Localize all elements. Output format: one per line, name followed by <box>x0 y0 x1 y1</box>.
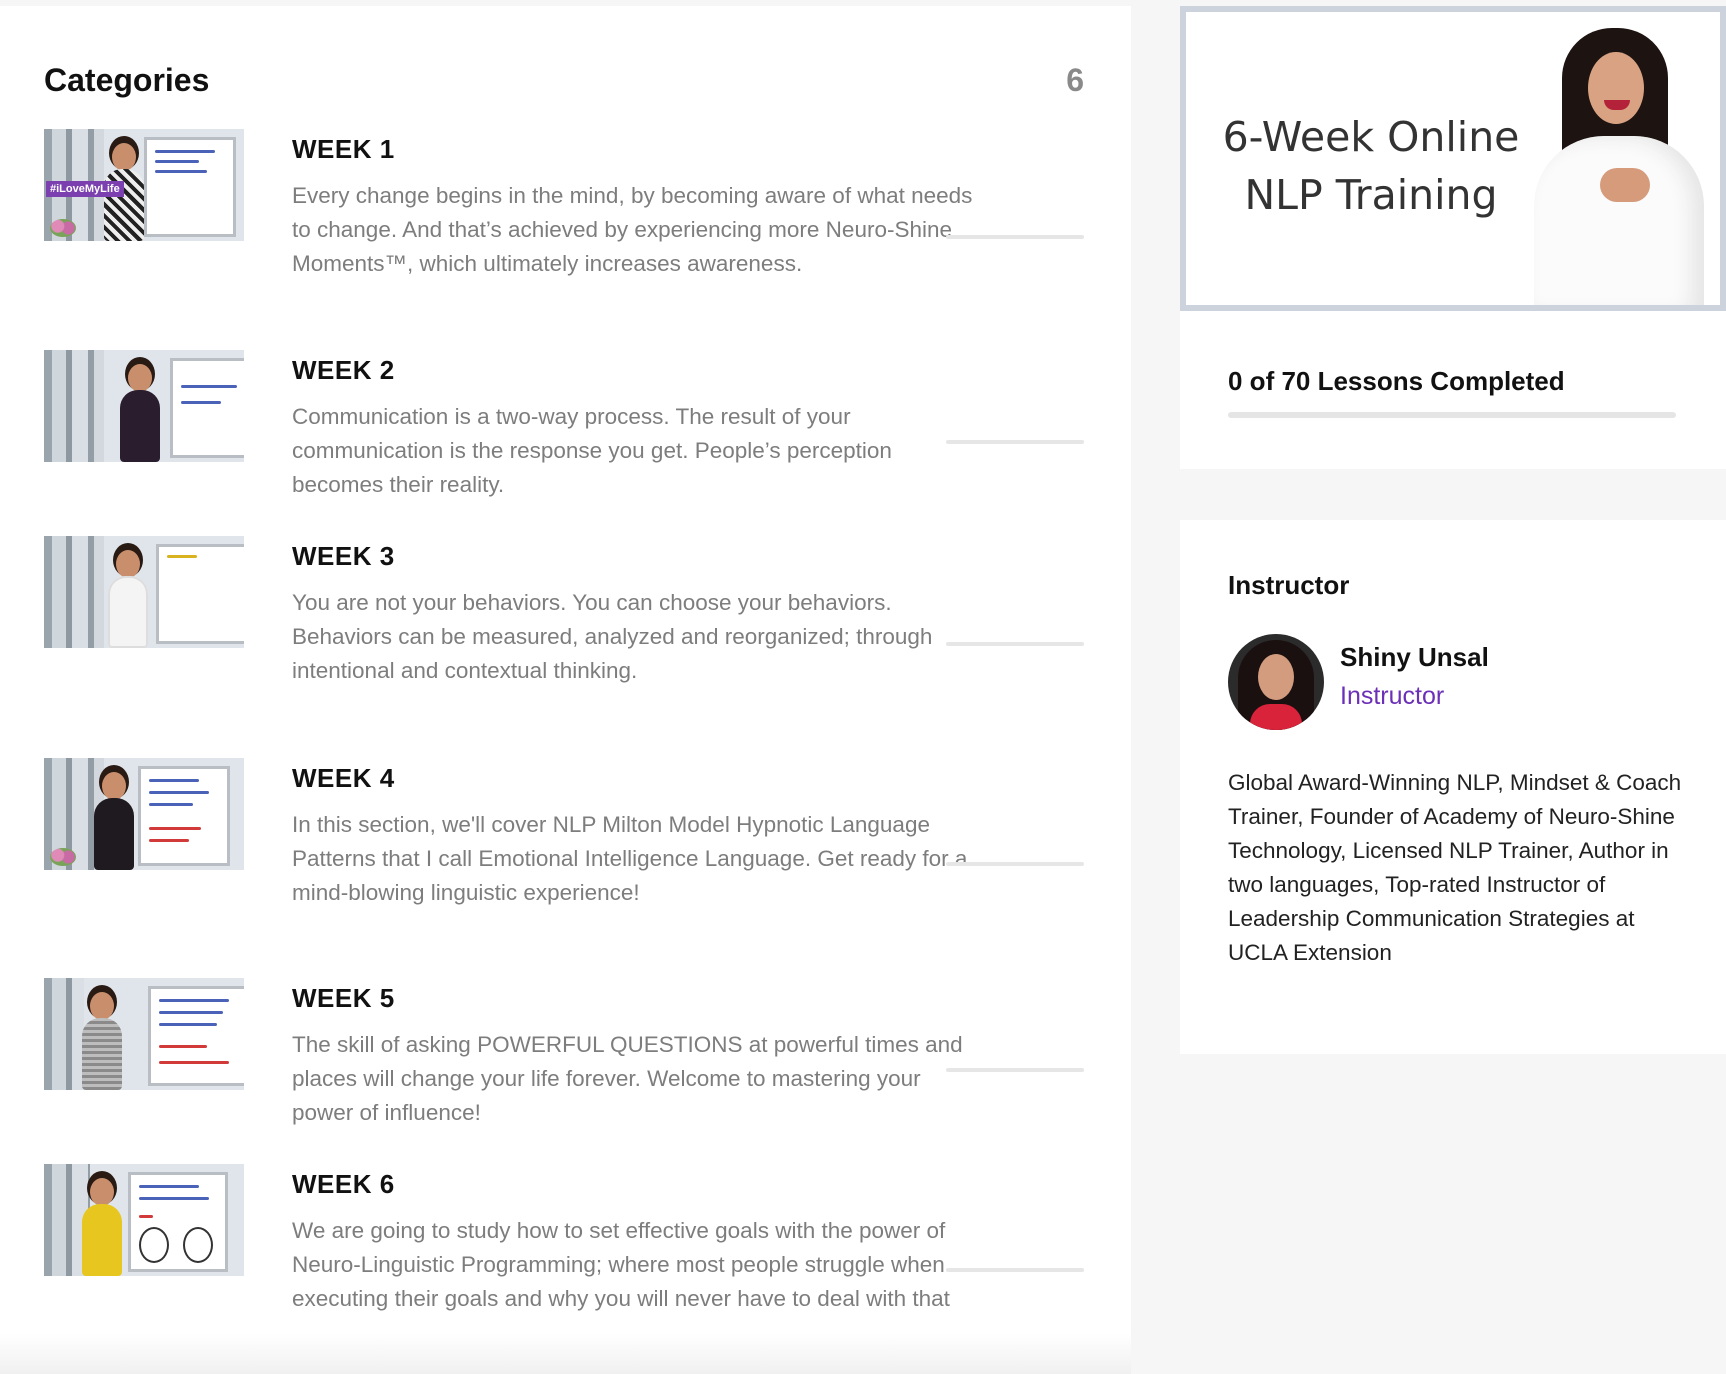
week-5-description: The skill of asking POWERFUL QUESTIONS a… <box>292 1032 963 1125</box>
banner-title-line-2: NLP Training <box>1244 171 1498 219</box>
banner-title-line-1: 6-Week Online <box>1222 113 1520 161</box>
instructor-role: Instructor <box>1340 682 1445 710</box>
instructor-avatar[interactable] <box>1228 634 1324 730</box>
week-3-description: You are not your behaviors. You can choo… <box>292 590 933 683</box>
week-2-title[interactable]: WEEK 2 <box>292 350 982 390</box>
instructor-bio: Global Award-Winning NLP, Mindset & Coac… <box>1228 770 1682 965</box>
bottom-fade <box>0 1334 1131 1374</box>
week-1-title[interactable]: WEEK 1 <box>292 129 982 169</box>
week-row-2[interactable]: WEEK 2 Communication is a two-way proces… <box>44 350 1084 550</box>
week-6-description: We are going to study how to set effecti… <box>292 1218 950 1311</box>
week-4-progress-bar <box>946 862 1084 866</box>
categories-count: 6 <box>1066 62 1084 98</box>
instructor-heading: Instructor <box>1228 570 1350 600</box>
week-6-progress-bar <box>946 1268 1084 1272</box>
week-3-thumbnail[interactable] <box>44 536 244 648</box>
week-5-progress-bar <box>946 1068 1084 1072</box>
week-6-thumbnail[interactable] <box>44 1164 244 1276</box>
week-5-thumbnail[interactable] <box>44 978 244 1090</box>
week-5-title[interactable]: WEEK 5 <box>292 978 982 1018</box>
week-4-description: In this section, we'll cover NLP Milton … <box>292 812 968 905</box>
week-1-progress-bar <box>946 235 1084 239</box>
lessons-progress-bar <box>1228 412 1676 418</box>
week-1-thumbnail-sign: #iLoveMyLife <box>46 181 124 197</box>
week-3-title[interactable]: WEEK 3 <box>292 536 982 576</box>
week-row-3[interactable]: WEEK 3 You are not your behaviors. You c… <box>44 536 1084 736</box>
categories-panel: Categories 6 #iLoveMyLife WEEK 1 Every c… <box>0 6 1131 1374</box>
week-3-progress-bar <box>946 642 1084 646</box>
week-2-progress-bar <box>946 440 1084 444</box>
week-2-thumbnail[interactable] <box>44 350 244 462</box>
banner-title: 6-Week Online NLP Training <box>1206 108 1536 224</box>
lessons-completed-text: 0 of 70 Lessons Completed <box>1228 366 1565 396</box>
week-1-description: Every change begins in the mind, by beco… <box>292 183 973 276</box>
categories-header: Categories 6 <box>44 62 1084 99</box>
course-banner: 6-Week Online NLP Training <box>1180 6 1726 311</box>
week-4-title[interactable]: WEEK 4 <box>292 758 982 798</box>
instructor-name[interactable]: Shiny Unsal <box>1340 642 1489 673</box>
instructor-banner-photo <box>1504 26 1712 305</box>
week-2-description: Communication is a two-way process. The … <box>292 404 892 497</box>
week-6-title[interactable]: WEEK 6 <box>292 1164 982 1204</box>
week-1-thumbnail[interactable]: #iLoveMyLife <box>44 129 244 241</box>
instructor-card: Instructor Shiny Unsal Instructor Global… <box>1180 520 1726 1054</box>
week-row-1[interactable]: #iLoveMyLife WEEK 1 Every change begins … <box>44 129 1084 329</box>
categories-title: Categories <box>44 62 210 98</box>
week-4-thumbnail[interactable] <box>44 758 244 870</box>
week-row-4[interactable]: WEEK 4 In this section, we'll cover NLP … <box>44 758 1084 958</box>
week-row-5[interactable]: WEEK 5 The skill of asking POWERFUL QUES… <box>44 978 1084 1178</box>
course-progress-card: 6-Week Online NLP Training 0 of 70 Lesso… <box>1180 6 1726 469</box>
